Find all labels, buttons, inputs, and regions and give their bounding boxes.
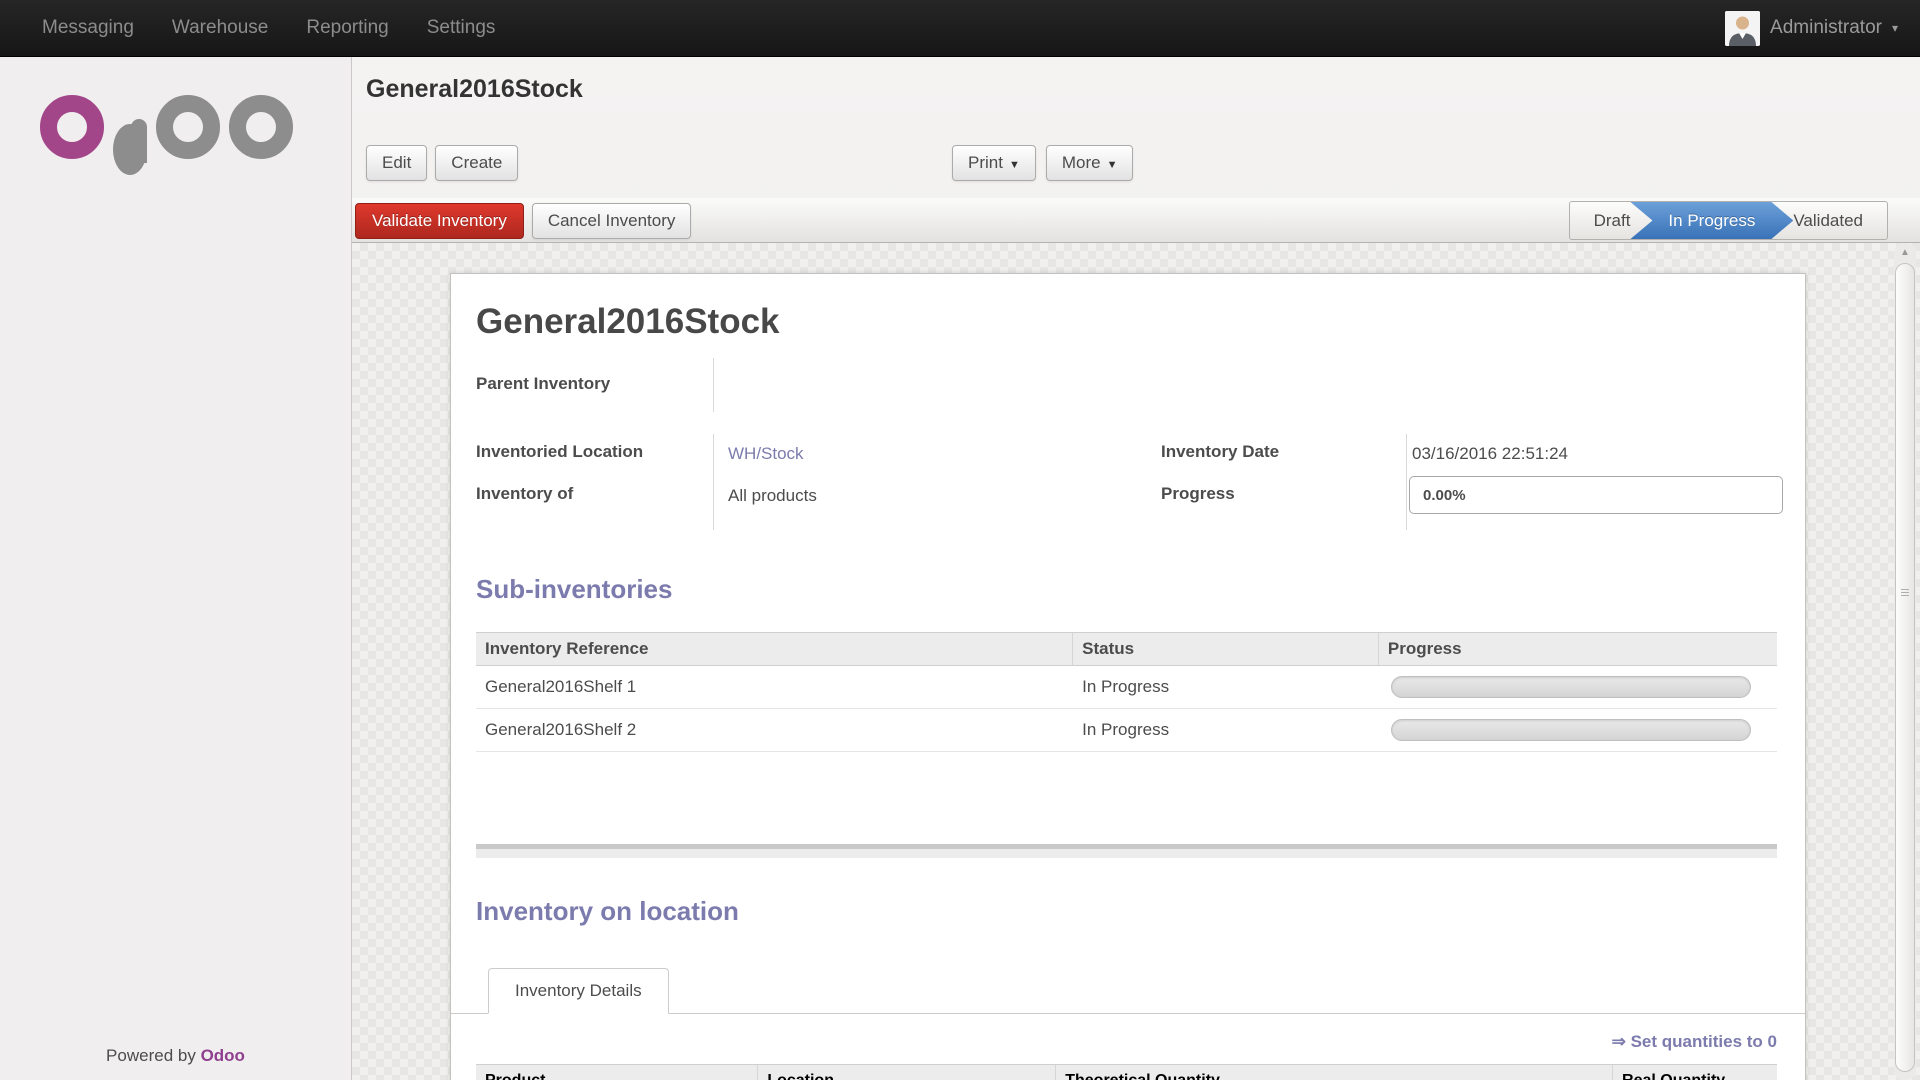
logo-o2 <box>156 95 220 159</box>
list-footer-divider <box>476 849 1777 858</box>
cancel-inventory-button[interactable]: Cancel Inventory <box>532 203 692 239</box>
inventory-of-value: All products <box>728 486 817 506</box>
print-dropdown-button[interactable]: Print▼ <box>952 145 1036 181</box>
menu-item-warehouse[interactable]: Warehouse <box>172 17 268 39</box>
inventory-of-label: Inventory of <box>476 484 573 504</box>
edit-button[interactable]: Edit <box>366 145 427 181</box>
field-separator <box>713 434 714 530</box>
powered-by: Powered by Odoo <box>0 1046 351 1066</box>
inventoried-location-label: Inventoried Location <box>476 442 643 462</box>
row-status: In Progress <box>1073 677 1379 697</box>
parent-inventory-label: Parent Inventory <box>476 374 610 394</box>
notebook-tabs: Inventory Details <box>451 968 1805 1014</box>
col-theoretical-quantity: Theoretical Quantity <box>1056 1065 1613 1080</box>
user-menu[interactable]: Administrator ▾ <box>1725 11 1920 46</box>
logo-o3 <box>229 95 293 159</box>
inventory-details-header: Product Location Theoretical Quantity Re… <box>476 1064 1777 1080</box>
inventory-date-label: Inventory Date <box>1161 442 1279 462</box>
row-progress-bar <box>1391 676 1751 698</box>
state-progress-widget: Draft In Progress Validated <box>1569 201 1888 240</box>
logo-d <box>113 141 147 159</box>
col-location: Location <box>758 1065 1056 1080</box>
progress-label: Progress <box>1161 484 1235 504</box>
inventory-details-table: Product Location Theoretical Quantity Re… <box>476 1064 1777 1080</box>
row-reference: General2016Shelf 2 <box>476 720 1073 740</box>
row-reference: General2016Shelf 1 <box>476 677 1073 697</box>
chevron-down-icon: ▼ <box>1009 159 1020 171</box>
table-row[interactable]: General2016Shelf 1 In Progress <box>476 666 1777 709</box>
top-nav-bar: Messaging Warehouse Reporting Settings A… <box>0 0 1920 57</box>
menu-item-settings[interactable]: Settings <box>427 17 496 39</box>
progress-value: 0.00% <box>1410 487 1466 504</box>
table-row[interactable]: General2016Shelf 2 In Progress <box>476 709 1777 752</box>
create-button[interactable]: Create <box>435 145 518 181</box>
sub-inventories-heading: Sub-inventories <box>476 574 672 605</box>
odoo-app-window: Messaging Warehouse Reporting Settings A… <box>0 0 1920 1080</box>
tab-inventory-details[interactable]: Inventory Details <box>488 968 669 1014</box>
field-separator <box>1406 434 1407 530</box>
col-status: Status <box>1073 633 1379 665</box>
col-progress: Progress <box>1379 633 1777 665</box>
logo-o1 <box>40 95 104 159</box>
inventoried-location-value[interactable]: WH/Stock <box>728 444 804 464</box>
row-status: In Progress <box>1073 720 1379 740</box>
inventory-date-value: 03/16/2016 22:51:24 <box>1412 444 1568 464</box>
page-title: General2016Stock <box>366 75 583 104</box>
record-title: General2016Stock <box>476 302 780 342</box>
odoo-logo <box>40 95 293 159</box>
odoo-brand-link[interactable]: Odoo <box>201 1046 245 1065</box>
col-inventory-reference: Inventory Reference <box>476 633 1073 665</box>
progress-bar: 0.00% <box>1409 476 1783 514</box>
col-product: Product <box>476 1065 758 1080</box>
main-menu: Messaging Warehouse Reporting Settings <box>0 17 495 39</box>
form-content-area: General2016Stock Parent Inventory Invent… <box>352 243 1920 1080</box>
set-quantities-to-zero-link[interactable]: ⇒ Set quantities to 0 <box>1612 1032 1777 1052</box>
field-separator <box>713 358 714 412</box>
form-sheet: General2016Stock Parent Inventory Invent… <box>450 273 1806 1080</box>
col-real-quantity: Real Quantity <box>1613 1065 1777 1080</box>
form-statusbar: Validate Inventory Cancel Inventory Draf… <box>352 198 1920 243</box>
action-buttons: Print▼ More▼ <box>952 145 1133 181</box>
menu-item-reporting[interactable]: Reporting <box>306 17 388 39</box>
user-avatar <box>1725 11 1760 46</box>
validate-inventory-button[interactable]: Validate Inventory <box>355 203 524 239</box>
chevron-down-icon: ▼ <box>1107 159 1118 171</box>
vertical-scrollbar[interactable]: ▲ <box>1894 243 1916 1080</box>
main-area: General2016Stock Edit Create Print▼ More… <box>352 57 1920 1080</box>
more-dropdown-button[interactable]: More▼ <box>1046 145 1134 181</box>
sub-inventories-table: Inventory Reference Status Progress Gene… <box>476 632 1777 752</box>
scrollbar-thumb[interactable] <box>1895 263 1915 1072</box>
sub-inventories-header: Inventory Reference Status Progress <box>476 632 1777 666</box>
record-buttons: Edit Create <box>366 145 518 181</box>
inventory-on-location-heading: Inventory on location <box>476 896 739 927</box>
user-name: Administrator <box>1770 17 1882 39</box>
left-sidebar: Powered by Odoo <box>0 57 352 1080</box>
chevron-down-icon: ▾ <box>1892 21 1898 35</box>
scroll-up-icon[interactable]: ▲ <box>1894 247 1916 258</box>
state-in-progress[interactable]: In Progress <box>1630 202 1793 239</box>
row-progress-bar <box>1391 719 1751 741</box>
menu-item-messaging[interactable]: Messaging <box>42 17 134 39</box>
